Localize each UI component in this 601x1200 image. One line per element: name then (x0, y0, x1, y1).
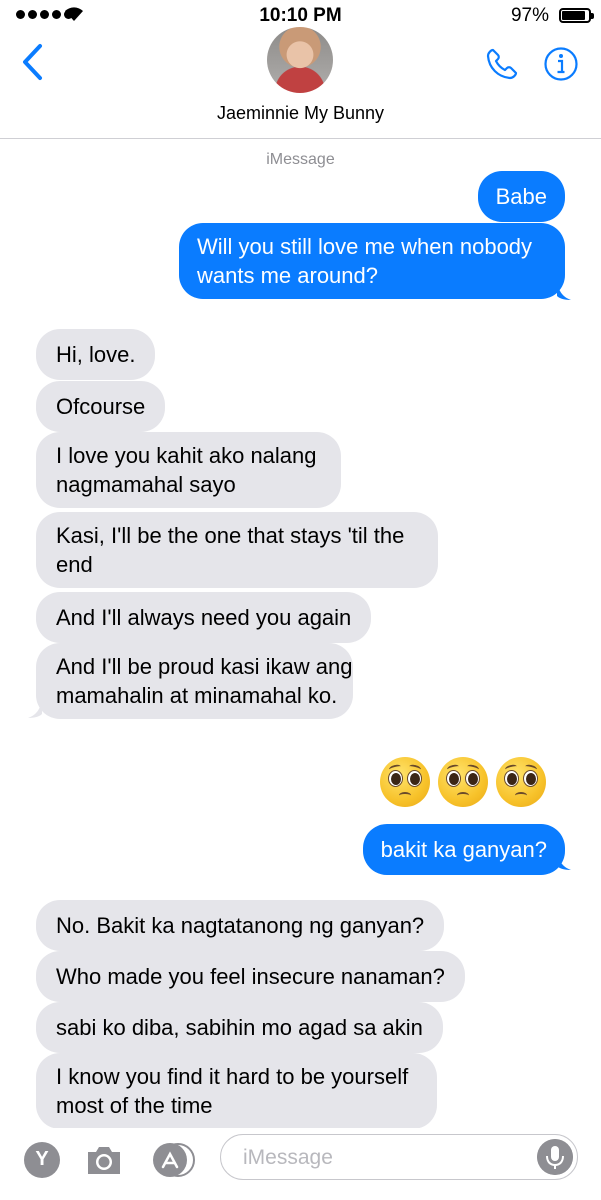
info-icon[interactable] (543, 46, 579, 82)
back-chevron-icon[interactable] (18, 42, 48, 82)
message-input[interactable] (241, 1143, 525, 1173)
conversation-header: Jaeminnie My Bunny (0, 0, 601, 139)
message-text: Hi, love. (56, 342, 136, 367)
compose-bar: Y (0, 1128, 601, 1200)
message-bubble-incoming[interactable]: Who made you feel insecure nanaman? (36, 951, 465, 1002)
message-text: end (56, 552, 93, 577)
app-badge: Y (35, 1148, 49, 1170)
app-store-icon[interactable] (150, 1142, 196, 1178)
bubble-tail (557, 852, 571, 870)
emoji-message[interactable] (380, 757, 546, 807)
message-text: sabi ko diba, sabihin mo agad sa akin (56, 1015, 423, 1040)
message-text: Ofcourse (56, 394, 146, 419)
message-bubble-incoming[interactable]: I know you find it hard to be yourself m… (36, 1053, 437, 1129)
message-text: nagmamahal sayo (56, 472, 236, 497)
message-bubble-incoming[interactable]: Kasi, I'll be the one that stays 'til th… (36, 512, 438, 588)
message-text: No. Bakit ka nagtatanong ng ganyan? (56, 913, 425, 938)
message-text: Kasi, I'll be the one that stays 'til th… (56, 523, 405, 548)
message-input-field[interactable] (220, 1134, 578, 1180)
pleading-face-icon (380, 757, 430, 807)
bubble-tail (557, 282, 571, 300)
app-drawer-button[interactable]: Y (24, 1142, 60, 1178)
microphone-icon[interactable] (537, 1139, 573, 1175)
bubble-tail (28, 700, 42, 718)
pleading-face-icon (438, 757, 488, 807)
message-text: I love you kahit ako nalang (56, 443, 317, 468)
message-bubble-incoming[interactable]: And I'll be proud kasi ikaw ang mamahali… (36, 643, 353, 719)
phone-icon[interactable] (484, 46, 520, 82)
message-bubble-incoming[interactable]: And I'll always need you again (36, 592, 372, 643)
message-bubble-incoming[interactable]: Ofcourse (36, 381, 166, 432)
message-text: And I'll always need you again (56, 605, 352, 630)
pleading-face-icon (496, 757, 546, 807)
service-label: iMessage (266, 151, 335, 168)
message-text: Babe (495, 184, 547, 209)
contact-name[interactable]: Jaeminnie My Bunny (0, 103, 601, 124)
message-bubble-incoming[interactable]: sabi ko diba, sabihin mo agad sa akin (36, 1002, 443, 1053)
message-text: I know you find it hard to be yourself (56, 1064, 409, 1089)
message-text: Will you still love me when nobody (197, 234, 533, 259)
message-text: bakit ka ganyan? (380, 837, 547, 862)
message-text: And I'll be proud kasi ikaw ang (56, 654, 353, 679)
message-bubble-incoming[interactable]: I love you kahit ako nalang nagmamahal s… (36, 432, 341, 508)
message-bubble-outgoing[interactable]: Babe (477, 171, 565, 222)
message-text: mamahalin at minamahal ko. (56, 683, 338, 708)
message-bubble-incoming[interactable]: Hi, love. (36, 329, 156, 380)
camera-icon[interactable] (84, 1142, 124, 1178)
message-text: wants me around? (197, 263, 378, 288)
message-bubble-outgoing[interactable]: bakit ka ganyan? (362, 824, 565, 875)
contact-avatar[interactable] (267, 27, 333, 93)
message-bubble-outgoing[interactable]: Will you still love me when nobody wants… (179, 223, 565, 299)
message-text: Who made you feel insecure nanaman? (56, 964, 445, 989)
message-text: most of the time (56, 1093, 213, 1118)
message-bubble-incoming[interactable]: No. Bakit ka nagtatanong ng ganyan? (36, 900, 445, 951)
